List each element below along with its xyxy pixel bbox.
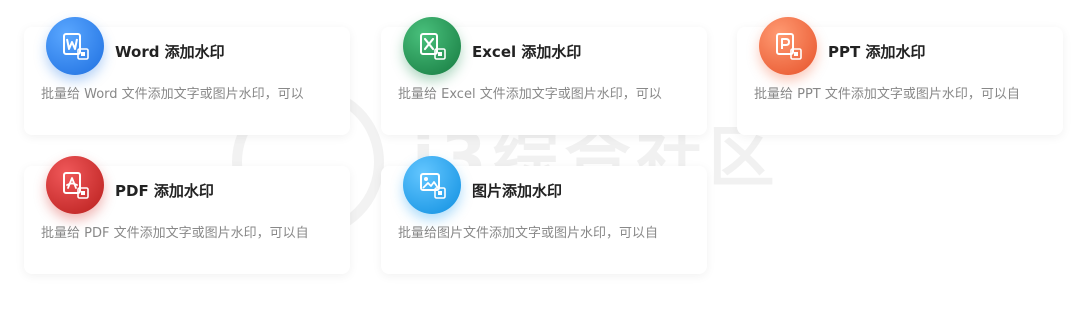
ppt-watermark-card[interactable]: PPT 添加水印 批量给 PPT 文件添加文字或图片水印，可以自 xyxy=(737,17,1063,135)
card-description: 批量给 Word 文件添加文字或图片水印，可以 xyxy=(41,87,304,102)
card-title: PDF 添加水印 xyxy=(115,182,214,200)
excel-icon xyxy=(403,17,461,75)
image-watermark-card[interactable]: 图片添加水印 批量给图片文件添加文字或图片水印，可以自 xyxy=(381,156,707,274)
word-watermark-card[interactable]: Word 添加水印 批量给 Word 文件添加文字或图片水印，可以 xyxy=(24,17,350,135)
pdf-watermark-card[interactable]: PDF 添加水印 批量给 PDF 文件添加文字或图片水印，可以自 xyxy=(24,156,350,274)
card-title: Excel 添加水印 xyxy=(472,43,582,61)
card-description: 批量给 PPT 文件添加文字或图片水印，可以自 xyxy=(754,87,1020,102)
ppt-icon xyxy=(759,17,817,75)
pdf-icon xyxy=(46,156,104,214)
card-title: Word 添加水印 xyxy=(115,43,225,61)
card-title: PPT 添加水印 xyxy=(828,43,926,61)
image-icon xyxy=(403,156,461,214)
card-description: 批量给 PDF 文件添加文字或图片水印，可以自 xyxy=(41,226,309,241)
card-description: 批量给图片文件添加文字或图片水印，可以自 xyxy=(398,226,659,241)
excel-watermark-card[interactable]: Excel 添加水印 批量给 Excel 文件添加文字或图片水印，可以 xyxy=(381,17,707,135)
card-description: 批量给 Excel 文件添加文字或图片水印，可以 xyxy=(398,87,662,102)
card-title: 图片添加水印 xyxy=(472,182,563,200)
word-icon xyxy=(46,17,104,75)
